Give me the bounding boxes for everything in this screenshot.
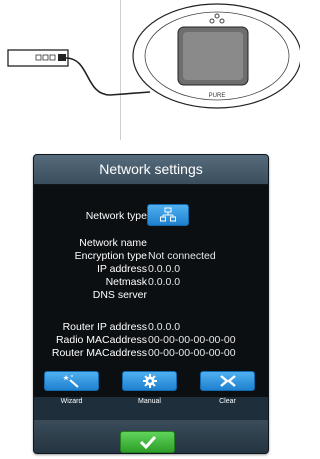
clear-button[interactable] bbox=[200, 371, 255, 391]
dialog-title: Network settings bbox=[99, 161, 203, 177]
field-value: Not connected bbox=[148, 250, 216, 262]
manual-label: Manual bbox=[138, 398, 161, 405]
field-label: Radio MACaddress bbox=[55, 334, 147, 346]
confirm-button[interactable] bbox=[120, 431, 175, 453]
field-row: DNS server bbox=[34, 289, 268, 303]
manual-button[interactable] bbox=[122, 371, 177, 391]
field-value: 0.0.0.0 bbox=[148, 276, 181, 288]
checkmark-icon bbox=[139, 435, 156, 449]
field-label: Encryption type bbox=[74, 250, 147, 262]
ethernet-network-icon bbox=[160, 207, 176, 222]
field-row: IP address 0.0.0.0 bbox=[34, 263, 268, 277]
field-value: 0.0.0.0 bbox=[148, 321, 181, 333]
gear-icon bbox=[142, 374, 157, 388]
wizard-label: Wizard bbox=[60, 398, 83, 405]
field-value: 00-00-00-00-00-00 bbox=[148, 334, 236, 346]
field-row: Encryption type Not connected bbox=[34, 250, 268, 264]
wizard-wand-icon bbox=[62, 375, 79, 388]
connection-illustration: PURE bbox=[0, 0, 300, 140]
manual-action: Manual bbox=[122, 371, 177, 405]
radio-brand-text: PURE bbox=[209, 93, 226, 99]
network-settings-dialog: Network settings Network type Network na… bbox=[33, 154, 269, 454]
router-field-row: Radio MACaddress 00-00-00-00-00-00 bbox=[34, 334, 268, 348]
field-row: Netmask 0.0.0.0 bbox=[34, 276, 268, 290]
network-type-button[interactable] bbox=[147, 204, 189, 226]
router-field-row: Router MACaddress 00-00-00-00-00-00 bbox=[34, 347, 268, 361]
field-value: 00-00-00-00-00-00 bbox=[148, 347, 236, 359]
field-label: Router MACaddress bbox=[51, 347, 147, 359]
dialog-header: Network settings bbox=[34, 155, 268, 185]
router-field-row: Router IP address 0.0.0.0 bbox=[34, 321, 268, 335]
router-icon bbox=[7, 49, 69, 67]
field-label: DNS server bbox=[92, 289, 147, 301]
field-row: Network name bbox=[34, 237, 268, 251]
field-label: Netmask bbox=[105, 276, 147, 288]
network-type-label: Network type bbox=[85, 210, 147, 222]
wizard-action: Wizard bbox=[44, 371, 99, 405]
clear-action: Clear bbox=[200, 371, 255, 405]
router-radio-diagram: PURE bbox=[7, 3, 300, 109]
clear-arrows-icon bbox=[219, 375, 236, 387]
wizard-button[interactable] bbox=[44, 371, 99, 391]
clear-label: Clear bbox=[219, 398, 236, 405]
field-label: IP address bbox=[96, 263, 147, 275]
field-value: 0.0.0.0 bbox=[148, 263, 181, 275]
field-label: Network name bbox=[79, 237, 147, 249]
field-label: Router IP address bbox=[62, 321, 147, 333]
